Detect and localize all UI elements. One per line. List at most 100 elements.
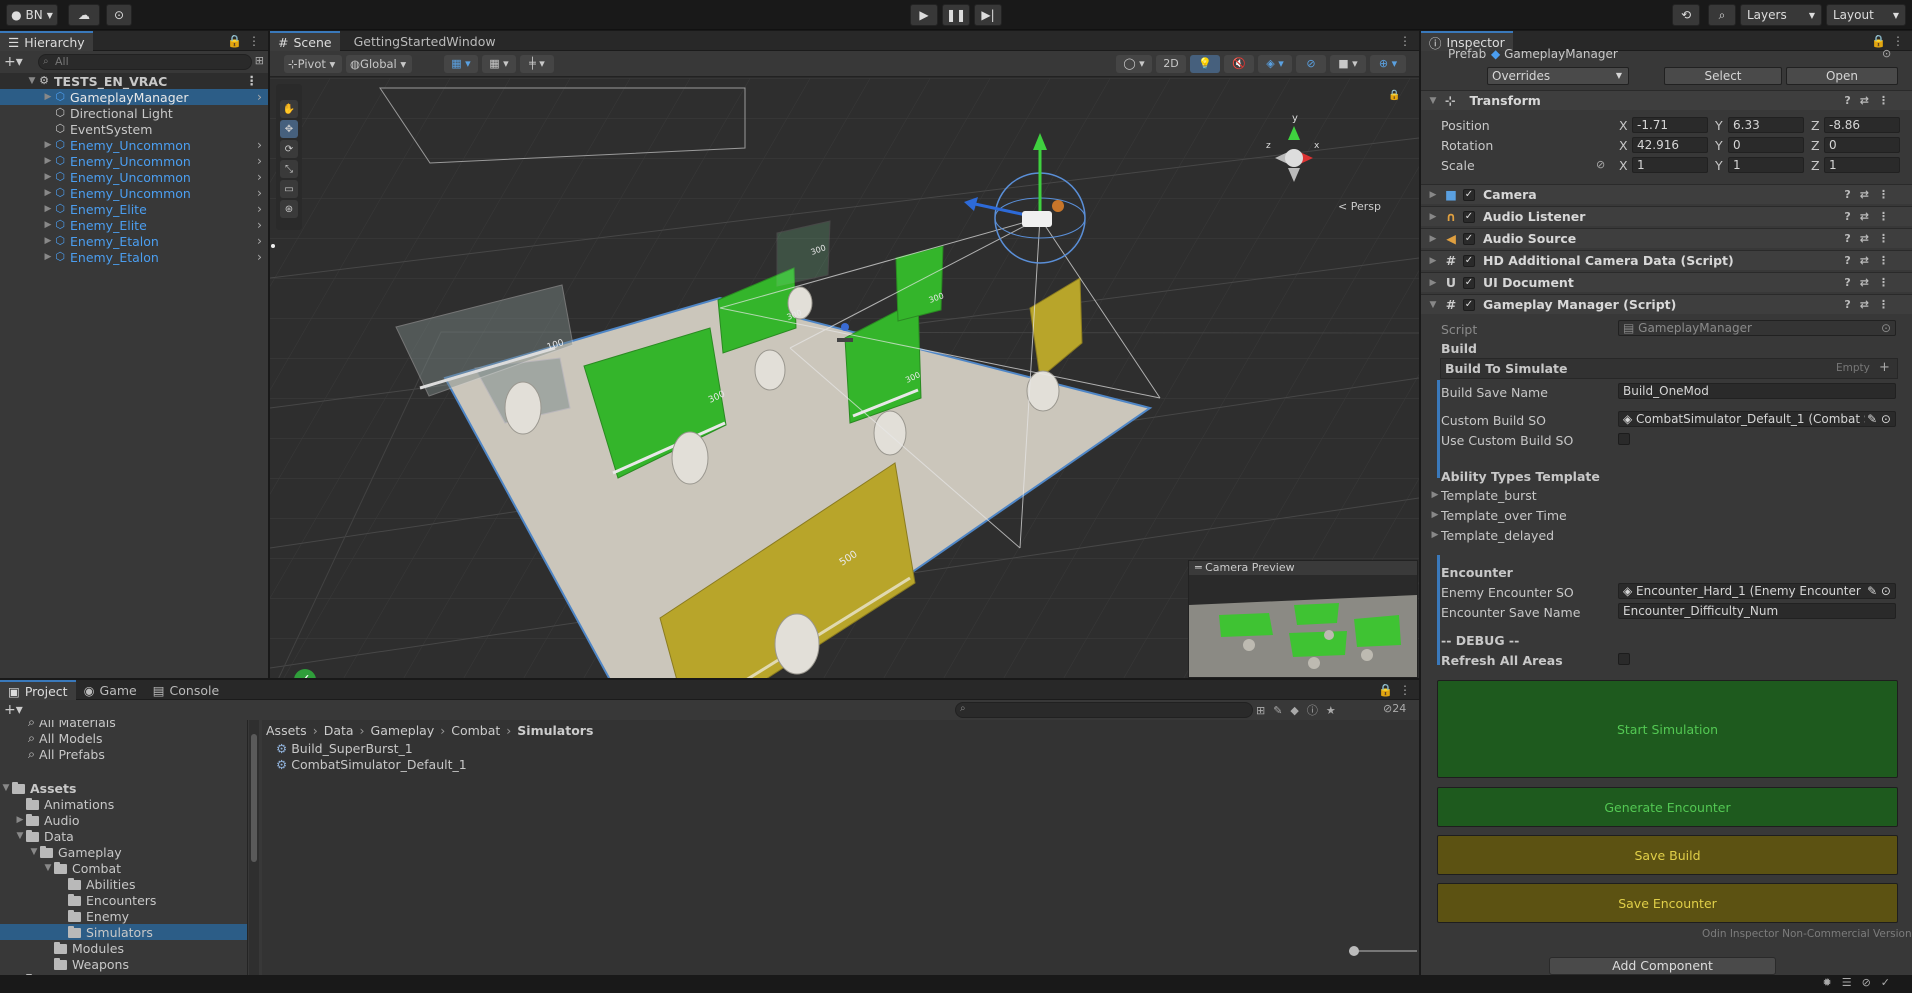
chevron-right-icon[interactable]: › (257, 137, 262, 152)
kebab-menu-icon[interactable]: ⋮ (1892, 34, 1904, 48)
chevron-right-icon[interactable]: ▶ (42, 92, 54, 102)
chevron-right-icon[interactable]: › (257, 169, 262, 184)
folder-item[interactable]: ▼ Data (0, 828, 247, 844)
component-header[interactable]: ▶ # ✓ HD Additional Camera Data (Script) ?⇄⋮ (1421, 250, 1912, 270)
tab-project[interactable]: ▣ Project (0, 680, 76, 700)
breadcrumb-item[interactable]: Gameplay (371, 723, 435, 738)
status-icons[interactable]: ✹☰⊘✓ (1822, 976, 1900, 989)
component-enabled-checkbox[interactable]: ✓ (1463, 254, 1475, 267)
rotation-y-field[interactable]: 0 (1728, 137, 1804, 153)
chevron-right-icon[interactable]: › (257, 217, 262, 232)
hierarchy-item[interactable]: ▶ ⬡ Enemy_Uncommon › (0, 169, 268, 185)
tab-hierarchy[interactable]: ☰ Hierarchy (0, 31, 93, 51)
folder-item[interactable]: Weapons (0, 956, 247, 972)
chevron-right-icon[interactable]: ▶ (42, 204, 54, 214)
chevron-right-icon[interactable]: ▶ (42, 188, 54, 198)
scale-z-field[interactable]: 1 (1824, 157, 1900, 173)
rect-tool[interactable]: ▭ (280, 180, 298, 198)
step-button[interactable]: ▶| (974, 4, 1002, 26)
layout-dropdown[interactable]: Layout ▼ (1826, 4, 1906, 26)
breadcrumb-item[interactable]: Assets (266, 723, 307, 738)
component-enabled-checkbox[interactable]: ✓ (1463, 210, 1475, 223)
folder-item[interactable]: ▼ Combat (0, 860, 247, 876)
hierarchy-item[interactable]: ▶ ⬡ Enemy_Uncommon › (0, 153, 268, 169)
chevron-right-icon[interactable]: › (257, 153, 262, 168)
position-z-field[interactable]: -8.86 (1824, 117, 1900, 133)
hierarchy-item[interactable]: ▶ ⬡ Enemy_Uncommon › (0, 185, 268, 201)
folder-item[interactable]: ▼ Gameplay (0, 844, 247, 860)
generate-encounter-button[interactable]: Generate Encounter (1437, 787, 1898, 827)
favorite-item[interactable]: ⌕ All Prefabs (28, 746, 105, 762)
pivot-dropdown[interactable]: ⊹Pivot ▾ (284, 55, 342, 73)
layers-dropdown[interactable]: Layers ▼ (1740, 4, 1822, 26)
rotation-x-field[interactable]: 42.916 (1632, 137, 1708, 153)
chevron-down-icon[interactable]: ▼ (14, 831, 26, 841)
projection-toggle[interactable]: < Persp (1338, 200, 1381, 213)
folder-item[interactable]: Animations (0, 796, 247, 812)
tree-scrollbar[interactable] (249, 720, 259, 975)
component-actions[interactable]: ?⇄⋮ (1844, 94, 1898, 107)
component-header[interactable]: ▶ ◀ ✓ Audio Source ?⇄⋮ (1421, 228, 1912, 248)
kebab-menu-icon[interactable]: ⋮ (1399, 683, 1411, 697)
template-foldout[interactable]: ▶ Template_burst (1429, 487, 1537, 503)
hidden-objects-toggle[interactable]: ⊘ (1296, 55, 1326, 73)
folder-item[interactable]: Abilities (0, 876, 247, 892)
scale-x-field[interactable]: 1 (1632, 157, 1708, 173)
component-header[interactable]: ▶ ■ ✓ Camera ?⇄⋮ (1421, 184, 1912, 204)
folder-item[interactable]: Simulators (0, 924, 247, 940)
save-build-button[interactable]: Save Build (1437, 835, 1898, 875)
component-header[interactable]: ▶ U ✓ UI Document ?⇄⋮ (1421, 272, 1912, 292)
tab-getting-started[interactable]: GettingStartedWindow (346, 31, 504, 51)
component-actions[interactable]: ?⇄⋮ (1844, 298, 1898, 311)
scale-y-field[interactable]: 1 (1728, 157, 1804, 173)
add-component-button[interactable]: Add Component (1549, 957, 1776, 975)
zoom-slider[interactable] (1349, 946, 1417, 956)
target-icon[interactable]: ✎ ⊙ (1865, 412, 1891, 426)
chevron-right-icon[interactable]: › (257, 233, 262, 248)
transform-tool[interactable]: ⊛ (280, 200, 298, 218)
gizmos-dropdown[interactable]: ⊕ ▾ (1370, 55, 1406, 73)
use-custom-build-so-checkbox[interactable] (1618, 433, 1630, 445)
hierarchy-item[interactable]: ▶ ⬡ Enemy_Uncommon › (0, 137, 268, 153)
kebab-menu-icon[interactable]: ⋮ (246, 73, 259, 88)
chevron-right-icon[interactable]: ▶ (42, 236, 54, 246)
folder-item[interactable]: ▶ Audio (0, 812, 247, 828)
chevron-right-icon[interactable]: ▶ (42, 140, 54, 150)
template-foldout[interactable]: ▶ Template_over Time (1429, 507, 1567, 523)
encounter-save-name-input[interactable]: Encounter_Difficulty_Num (1618, 603, 1896, 619)
enemy-encounter-so-field[interactable]: ◈ Encounter_Hard_1 (Enemy Encounter Cat ✎… (1618, 583, 1896, 599)
camera-settings-dropdown[interactable]: ■ ▾ (1330, 55, 1366, 73)
component-enabled-checkbox[interactable]: ✓ (1463, 232, 1475, 245)
chevron-right-icon[interactable]: › (257, 185, 262, 200)
ruler-button[interactable]: ╪ ▾ (520, 55, 554, 73)
add-icon[interactable]: + (1879, 360, 1890, 375)
2d-toggle[interactable]: 2D (1156, 55, 1186, 73)
breadcrumb-item[interactable]: Simulators (517, 723, 593, 738)
snap-increment-button[interactable]: ▦ ▾ (482, 55, 516, 73)
collab-button[interactable]: ⊙ (106, 4, 132, 26)
move-tool[interactable]: ✥ (280, 120, 298, 138)
hierarchy-item[interactable]: ▶ ⬡ Enemy_Elite › (0, 217, 268, 233)
lock-icon[interactable]: 🔒 (1871, 34, 1886, 48)
component-actions[interactable]: ?⇄⋮ (1844, 210, 1898, 223)
transform-header[interactable]: ▼ ⊹ Transform ?⇄⋮ (1421, 90, 1912, 110)
hidden-count[interactable]: ⊘24 (1383, 702, 1406, 715)
filter-icons[interactable]: ⊞✎◆ⓘ★ (1256, 702, 1344, 718)
folder-item[interactable]: Modules (0, 940, 247, 956)
scene-row[interactable]: ▼ ⚙ TESTS_EN_VRAC ⋮ (0, 73, 268, 89)
chevron-down-icon[interactable]: ▼ (28, 847, 40, 857)
tab-console[interactable]: ▤ Console (145, 680, 227, 700)
select-button[interactable]: Select (1664, 67, 1782, 85)
asset-item[interactable]: ⚙ Build_SuperBurst_1 (276, 740, 413, 756)
add-icon[interactable]: +▾ (4, 54, 23, 70)
tab-game[interactable]: ◉ Game (76, 680, 145, 700)
global-dropdown[interactable]: ◍Global ▾ (346, 55, 412, 73)
lock-icon[interactable]: 🔒 (1388, 90, 1400, 101)
asset-item[interactable]: ⚙ CombatSimulator_Default_1 (276, 756, 467, 772)
hand-tool[interactable]: ✋ (280, 100, 298, 118)
chevron-right-icon[interactable]: ▶ (42, 220, 54, 230)
kebab-menu-icon[interactable]: ⋮ (1399, 34, 1411, 48)
camera-preview[interactable]: ═ Camera Preview (1188, 560, 1418, 678)
component-enabled-checkbox[interactable]: ✓ (1463, 276, 1475, 289)
hierarchy-item[interactable]: ▶ ⬡ Enemy_Etalon › (0, 249, 268, 265)
